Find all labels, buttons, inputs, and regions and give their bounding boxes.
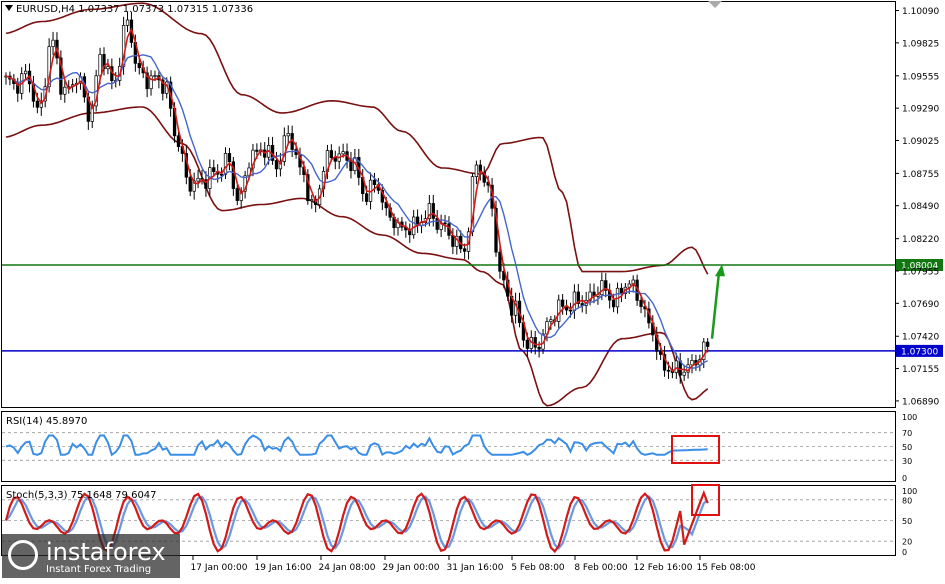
candle-body [310,199,314,202]
price-axis-label: 1.07690 [902,300,939,310]
candle-body [600,280,604,296]
candle-body [639,300,643,307]
candle-body [674,360,678,373]
candle-body [690,360,694,366]
logo-tagline: Instant Forex Trading [46,564,152,575]
price-axis-label: 1.08490 [902,202,939,212]
candle-body [372,179,377,185]
rsi-scale-label: 0 [902,474,907,483]
candle-body [219,173,224,176]
stoch-scale-label: 50 [902,517,912,526]
stoch-scale-label: 20 [902,538,912,547]
bullish-arrow-shaft [710,272,721,339]
candle-body [533,337,537,348]
rsi-scale-label: 100 [902,413,917,422]
price-axis-label: 1.07155 [902,365,939,375]
instaforex-logo: instaforex Instant Forex Trading [2,534,180,578]
candle-body [549,319,553,322]
price-axis-label: 1.08220 [902,235,939,245]
time-axis-label: 29 Jan 00:00 [383,563,440,573]
chart-shift-marker-icon[interactable] [708,1,722,8]
candle-body [537,346,541,350]
candle-body [443,222,447,225]
rsi-scale-label: 70 [902,429,912,438]
candle-body [568,309,573,312]
candle-body [188,176,192,192]
price-axis-label: 1.09555 [902,72,939,82]
candle-body [462,248,467,252]
candle-body [557,299,561,322]
time-axis-label: 5 Feb 08:00 [511,563,565,573]
rsi-scale-label: 30 [902,457,912,466]
price-axis-label: 1.09025 [902,137,939,147]
time-axis-label: 15 Feb 08:00 [696,563,755,573]
candle-body [611,299,616,308]
logo-name: instaforex [46,538,166,566]
candle-body [227,153,232,163]
bollinger-lower-band [5,106,709,407]
time-axis-label: 12 Feb 16:00 [633,563,692,573]
time-axis-label: 8 Feb 00:00 [574,563,628,573]
price-axis-label: 1.10090 [902,7,939,17]
candle-body [286,133,290,137]
price-axis-label: 1.09290 [902,105,939,115]
bullish-arrow-head-icon [715,264,725,277]
candle-body [35,100,40,108]
candle-body [51,39,55,48]
candle-body [498,251,502,272]
candle-body [98,54,102,77]
candle-body [274,160,279,170]
candle-body [176,135,181,147]
bollinger-upper-band [5,2,709,275]
candle-body [235,188,239,201]
candle-body [412,216,416,236]
candle-body [560,299,565,307]
candle-body [364,193,369,202]
candle-body [153,75,157,77]
stoch-scale-label: 80 [902,496,912,505]
time-axis-label: 31 Jan 16:00 [447,563,504,573]
candle-body [474,164,479,178]
candle-body [431,203,435,219]
candle-body [125,19,130,26]
logo-emblem-icon [8,540,38,570]
candle-body [706,341,710,347]
stoch-header: Stoch(5,3,3) 75.1648 79.6047 [6,490,157,501]
candle-body [196,178,200,182]
time-axis-label: 17 Jan 00:00 [191,563,248,573]
candle-body [223,153,228,175]
symbol-dropdown-icon[interactable] [5,5,13,11]
level-price-label: 1.07300 [901,347,938,357]
price-axis-label: 1.07955 [902,267,939,277]
candle-body [137,62,141,69]
chart-root: 1.08004 1.07300 1.10090 1.09825 1.09555 1.09… [0,0,945,580]
price-axis-label: 1.06890 [902,397,939,407]
price-axis-label: 1.07420 [902,333,939,343]
slow-moving-average [5,54,708,370]
stoch-scale-label: 100 [902,487,917,496]
candle-body [329,150,334,159]
candle-body [619,287,624,294]
candle-body [212,167,216,172]
price-axis-label: 1.09825 [902,39,939,49]
candle-body [341,151,345,155]
price-axis-label: 1.08755 [902,170,939,180]
time-axis-label: 24 Jan 08:00 [319,563,376,573]
candle-body [572,291,577,311]
time-axis-label: 19 Jan 16:00 [255,563,312,573]
candle-body [23,70,28,75]
rsi-line [5,434,708,457]
candle-body [666,369,671,372]
trading-chart: 1.080041.07300 1.100901.098251.095551.09… [1,1,943,573]
candle-body [63,86,67,95]
candle-body [255,149,259,152]
candle-body [682,371,686,376]
rsi-scale-label: 50 [902,443,912,452]
stoch-scale-label: 0 [902,548,907,557]
rsi-header: RSI(14) 45.8970 [6,416,87,427]
symbol-header: EURUSD,H4 1.07337 1.07373 1.07315 1.0733… [16,4,253,15]
candle-body [525,339,530,349]
